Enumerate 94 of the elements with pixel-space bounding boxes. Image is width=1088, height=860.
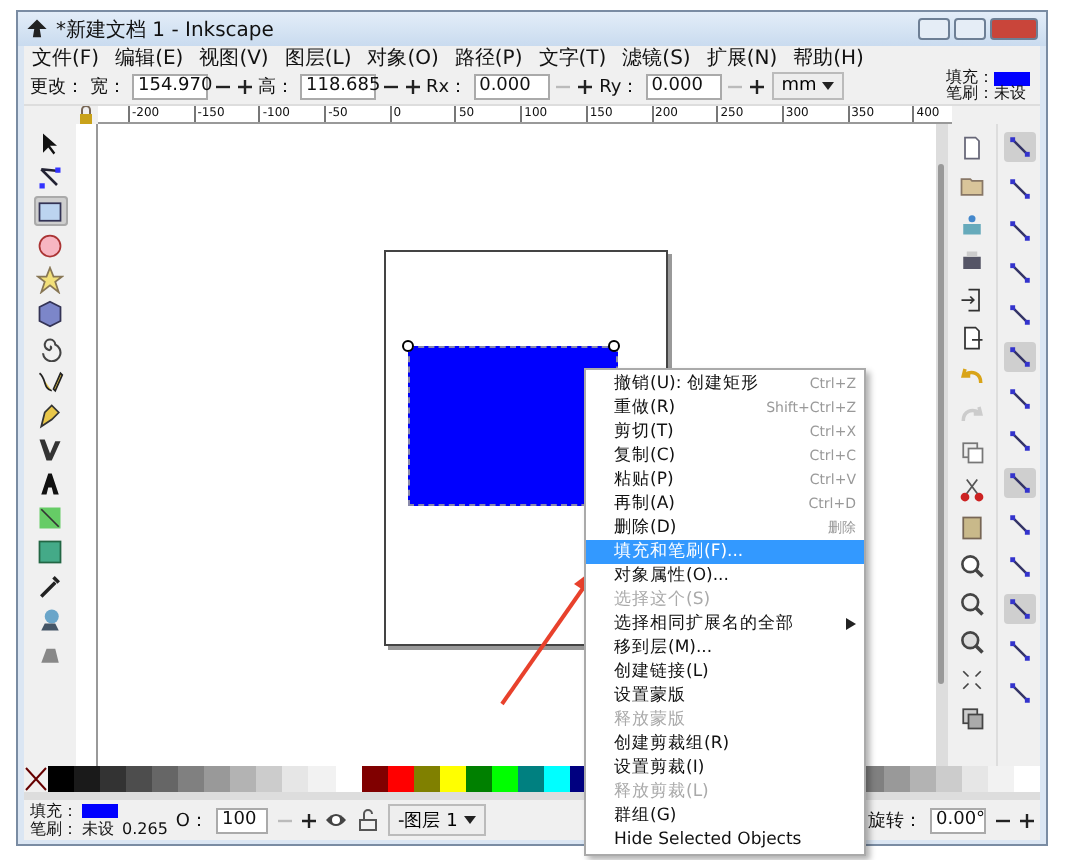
color-swatch[interactable] (491, 766, 518, 793)
caret-icon (463, 816, 476, 825)
color-swatch[interactable] (204, 766, 231, 793)
color-swatch[interactable] (126, 766, 153, 793)
maximize-button[interactable] (954, 18, 986, 40)
color-swatch[interactable] (230, 766, 257, 793)
rotate-label: 旋转： (868, 809, 922, 834)
stroke-label: 笔刷： (30, 820, 78, 839)
plus-icon[interactable] (1018, 812, 1034, 829)
plus-icon[interactable] (577, 78, 594, 95)
menu-item[interactable]: 视图(V) (199, 44, 269, 72)
color-swatch[interactable] (883, 766, 910, 793)
menu-item[interactable]: 帮助(H) (793, 44, 864, 72)
zoom-icon[interactable] (956, 625, 989, 658)
stroke-width-value: 0.265 (122, 820, 168, 839)
star-tool-icon[interactable] (33, 263, 68, 294)
color-swatch[interactable] (961, 766, 988, 793)
layer-dropdown[interactable]: -图层 1 (388, 804, 486, 837)
rotate-field[interactable]: 0.00° (930, 807, 986, 834)
rect-tool-icon[interactable] (33, 195, 68, 226)
width-field[interactable]: 154.970 (132, 73, 208, 100)
opacity-field[interactable]: 100 (216, 807, 268, 834)
no-paint-swatch[interactable] (24, 766, 48, 793)
context-menu-item[interactable]: 对象属性(O)... (586, 564, 864, 588)
stroke-value: 未设 (82, 820, 116, 839)
stroke-label: 笔刷： (946, 86, 994, 103)
color-swatch[interactable] (543, 766, 570, 793)
plus-icon[interactable] (749, 78, 766, 95)
color-swatch[interactable] (465, 766, 492, 793)
rx-field[interactable]: 0.000 (473, 73, 550, 100)
menu-item[interactable]: 图层(L) (284, 44, 352, 72)
app-logo-icon (26, 18, 48, 40)
zoom-icon[interactable] (956, 549, 989, 582)
context-menu-item[interactable]: 移到层(M)... (586, 636, 864, 660)
snap-toggle-icon[interactable] (1003, 341, 1036, 372)
minimize-button[interactable] (918, 18, 950, 40)
plus-icon[interactable] (300, 812, 316, 829)
fill-swatch[interactable] (82, 804, 118, 819)
color-swatch[interactable] (361, 766, 388, 793)
color-swatch[interactable] (517, 766, 544, 793)
color-swatch[interactable] (282, 766, 309, 793)
zoom-icon[interactable] (956, 587, 989, 620)
scrollbar-thumb[interactable] (938, 163, 945, 684)
color-swatch[interactable] (74, 766, 101, 793)
color-swatch[interactable] (439, 766, 466, 793)
color-swatch[interactable] (256, 766, 283, 793)
context-menu-item[interactable]: 选择相同扩展名的全部 (586, 612, 864, 636)
color-swatch[interactable] (987, 766, 1014, 793)
fill-label: 填充： (946, 70, 994, 87)
menu-item[interactable]: 编辑(E) (115, 44, 184, 72)
height-field[interactable]: 118.685 (300, 73, 376, 100)
unit-dropdown[interactable]: mm (771, 72, 845, 101)
width-label: 宽： (90, 75, 126, 100)
color-swatch[interactable] (48, 766, 75, 793)
color-swatch[interactable] (935, 766, 962, 793)
color-swatch[interactable] (909, 766, 936, 793)
fill-label: 填充： (30, 802, 78, 821)
color-swatch[interactable] (413, 766, 440, 793)
snap-toggle-icon[interactable] (1003, 467, 1036, 498)
fill-swatch[interactable] (994, 71, 1030, 86)
lock-icon[interactable] (356, 808, 380, 833)
context-menu-item[interactable]: 创建链接(L) (586, 660, 864, 684)
color-swatch[interactable] (1013, 766, 1040, 793)
menu-item[interactable]: 对象(O) (367, 44, 439, 72)
menu-item[interactable]: 滤镜(S) (622, 44, 691, 72)
stroke-value: 未设 (994, 86, 1028, 103)
context-menu-item[interactable]: 设置剪裁(I) (586, 756, 864, 780)
ry-label: Ry： (599, 75, 640, 100)
window-title: *新建文档 1 - Inkscape (56, 17, 276, 43)
menu-item[interactable]: 文件(F) (32, 44, 100, 72)
lock-icon[interactable] (78, 105, 94, 124)
menu-item[interactable]: 文字(T) (538, 44, 607, 72)
opacity-label: O： (175, 809, 208, 834)
color-swatch[interactable] (152, 766, 179, 793)
context-menu-item[interactable]: 设置蒙版 (586, 684, 864, 708)
snap-toggle-icon[interactable] (1003, 593, 1036, 624)
color-swatch[interactable] (178, 766, 205, 793)
menu-item[interactable]: 路径(P) (454, 44, 523, 72)
caret-icon (822, 82, 835, 91)
color-swatch[interactable] (387, 766, 414, 793)
context-menu-item[interactable]: Hide Selected Objects (586, 828, 864, 852)
scissors-icon[interactable] (956, 473, 989, 506)
plus-icon[interactable] (236, 78, 252, 95)
ry-field[interactable]: 0.000 (645, 73, 722, 100)
height-label: 高： (258, 75, 294, 100)
context-menu-item[interactable]: 创建剪裁组(R) (586, 732, 864, 756)
context-menu-item[interactable]: 群组(G) (586, 804, 864, 828)
rx-label: Rx： (426, 75, 468, 100)
color-swatch[interactable] (335, 766, 362, 793)
color-swatch[interactable] (100, 766, 127, 793)
menu-item[interactable]: 扩展(N) (706, 44, 778, 72)
plus-icon[interactable] (404, 78, 420, 95)
change-label: 更改： (30, 75, 84, 100)
snap-toggle-icon[interactable] (1003, 131, 1036, 162)
